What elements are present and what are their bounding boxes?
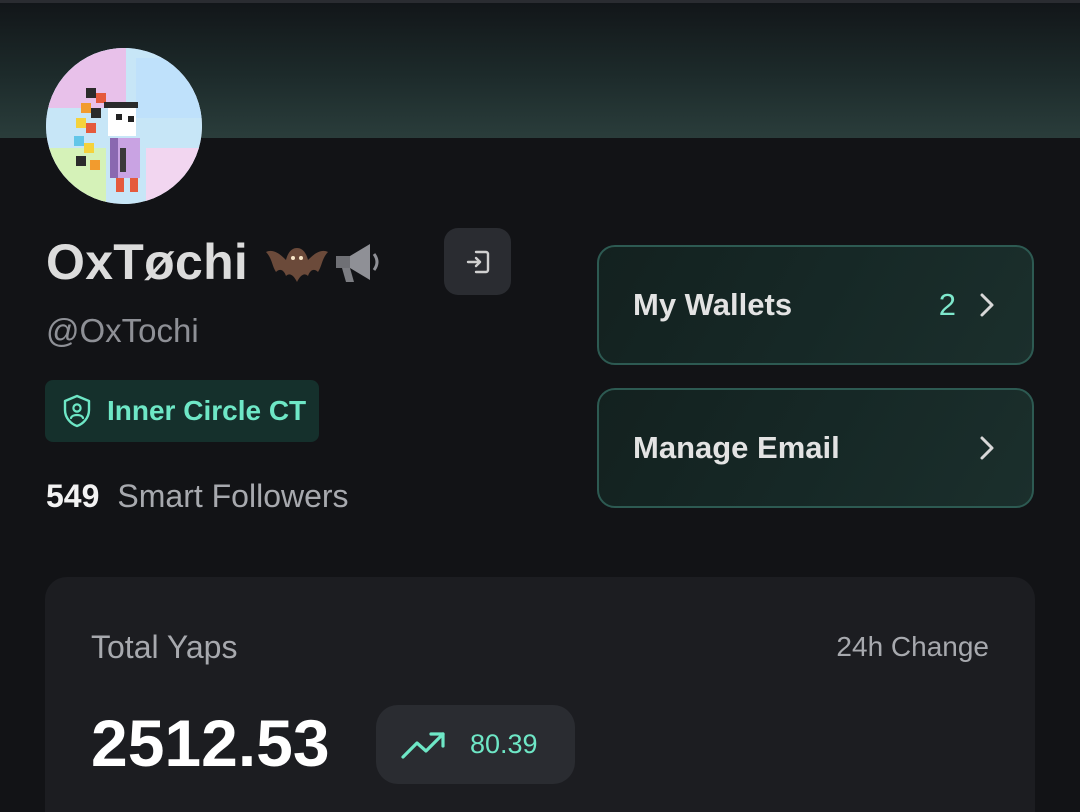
wallet-count: 2: [938, 287, 956, 322]
shield-icon: [63, 394, 91, 428]
display-name: OxTøchi: [46, 234, 249, 290]
smart-followers: 549 Smart Followers: [46, 478, 349, 515]
chevron-right-icon: [976, 434, 998, 462]
avatar[interactable]: [46, 48, 202, 204]
name-emojis: [264, 236, 384, 288]
chevron-right-icon: [976, 291, 998, 319]
trending-up-icon: [401, 731, 445, 759]
logout-icon: [466, 250, 489, 273]
avatar-pixel-art: [46, 48, 202, 204]
megaphone-icon: [336, 244, 379, 282]
user-handle: @OxTochi: [46, 312, 199, 349]
my-wallets-button[interactable]: My Wallets 2: [597, 245, 1034, 365]
total-yaps-value: 2512.53: [91, 706, 330, 780]
yaps-stats-card: Total Yaps 24h Change 2512.53 80.39: [45, 577, 1035, 812]
change-24h-pill: 80.39: [376, 705, 575, 784]
manage-email-label: Manage Email: [633, 430, 840, 465]
bat-icon: [266, 248, 329, 282]
status-badge: Inner Circle CT: [45, 380, 319, 442]
badge-label: Inner Circle CT: [107, 395, 307, 426]
profile-page: OxTøchi @OxTochi Inner Circle CT 549 Sma…: [0, 0, 1080, 812]
change-24h-value: 80.39: [470, 729, 538, 759]
smart-followers-label: Smart Followers: [117, 478, 349, 514]
my-wallets-label: My Wallets: [633, 287, 793, 322]
total-yaps-title: Total Yaps: [91, 629, 238, 665]
smart-followers-count: 549: [46, 478, 100, 514]
manage-email-button[interactable]: Manage Email: [597, 388, 1034, 508]
name-row: OxTøchi: [46, 228, 384, 296]
change-24h-label: 24h Change: [836, 631, 989, 662]
logout-button[interactable]: [444, 228, 511, 295]
